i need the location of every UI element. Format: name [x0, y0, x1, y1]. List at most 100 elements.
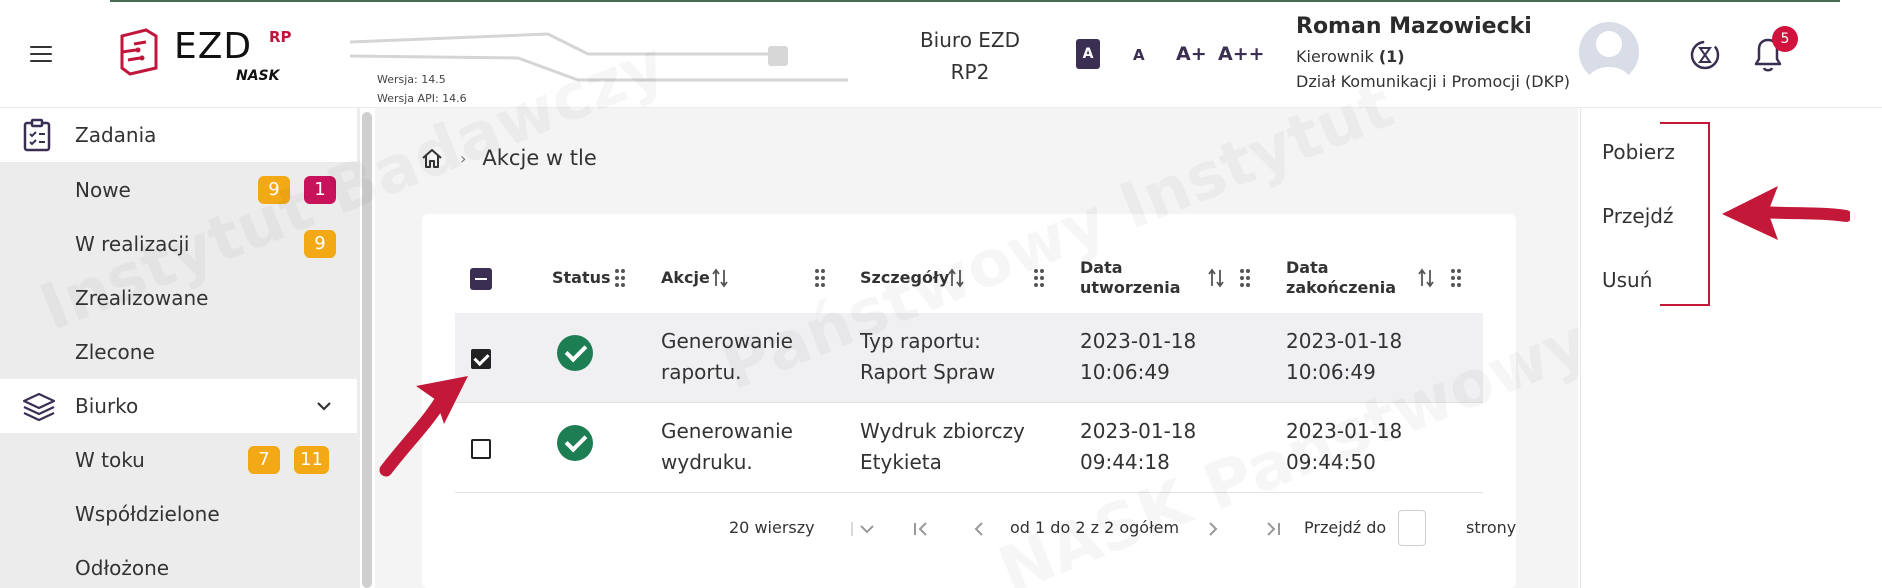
sidebar-item-label: W realizacji: [75, 232, 190, 256]
sidebar-item-nowe[interactable]: Nowe 9 1: [0, 163, 357, 217]
sidebar-item-label: Zlecone: [75, 340, 155, 364]
sidebar-item-label: Nowe: [75, 178, 131, 202]
menu-item-usun[interactable]: Usuń: [1602, 268, 1652, 292]
home-icon[interactable]: [420, 147, 444, 169]
cell-akcje: Generowanie wydruku.: [661, 416, 793, 478]
sidebar-item-w-toku[interactable]: W toku 7 11: [0, 433, 357, 487]
sidebar-item-zrealizowane[interactable]: Zrealizowane: [0, 271, 357, 325]
first-page-icon[interactable]: [912, 520, 930, 538]
column-header-line2: utworzenia: [1080, 278, 1181, 297]
page-range: od 1 do 2 z 2 ogółem: [1010, 518, 1180, 537]
menu-icon[interactable]: [30, 46, 52, 62]
sort-icon[interactable]: [948, 268, 964, 288]
user-info[interactable]: Roman Mazowiecki Kierownik (1) Dział Kom…: [1296, 14, 1570, 91]
cell-line: 10:06:49: [1286, 360, 1376, 384]
drag-handle-icon[interactable]: [814, 268, 826, 288]
row-checkbox[interactable]: [471, 349, 491, 369]
last-page-icon[interactable]: [1264, 520, 1282, 538]
success-status-icon: [557, 425, 593, 461]
cell-szczegoly: Wydruk zbiorczy Etykieta: [860, 416, 1025, 478]
column-header-line1: Data: [1080, 258, 1123, 277]
app-logo[interactable]: EZD RP NASK: [116, 22, 306, 86]
context-menu: [1580, 108, 1882, 588]
column-header-line2: zakończenia: [1286, 278, 1397, 297]
drag-handle-icon[interactable]: [1239, 268, 1251, 288]
cell-akcje: Generowanie raportu.: [661, 326, 793, 388]
header-top-line: [110, 0, 1840, 2]
sidebar-item-zadania[interactable]: Zadania: [0, 108, 357, 162]
font-size-small-button[interactable]: A: [1133, 46, 1145, 64]
user-name: Roman Mazowiecki: [1296, 14, 1532, 39]
cell-data-utworzenia: 2023-01-18 09:44:18: [1080, 416, 1196, 478]
cell-line: 10:06:49: [1080, 360, 1170, 384]
success-status-icon: [557, 335, 593, 371]
row-checkbox[interactable]: [471, 439, 491, 459]
column-header-akcje[interactable]: Akcje: [661, 268, 710, 288]
sort-icon[interactable]: [1208, 268, 1224, 288]
column-header-line1: Data: [1286, 258, 1329, 277]
cell-line: 2023-01-18: [1286, 329, 1403, 353]
sort-icon[interactable]: [1418, 268, 1434, 288]
breadcrumb: › Akcje w tle: [420, 146, 597, 170]
cell-line: 2023-01-18: [1080, 419, 1197, 443]
slider-handle[interactable]: [768, 46, 788, 66]
breadcrumb-current: Akcje w tle: [482, 146, 597, 170]
cell-line: Raport Spraw: [860, 360, 996, 384]
drag-handle-icon[interactable]: [1450, 268, 1462, 288]
logo-mark-icon: [120, 28, 158, 76]
sidebar-item-biurko[interactable]: Biurko: [0, 379, 357, 433]
cell-line: 2023-01-18: [1286, 419, 1403, 443]
annotation-bracket: [1660, 122, 1710, 306]
chevron-down-icon[interactable]: [316, 401, 332, 411]
count-badge: 1: [304, 176, 336, 204]
office-line1: Biuro EZD: [919, 28, 1021, 52]
rows-per-page: 20 wierszy: [729, 518, 815, 537]
column-header-data-zakonczenia[interactable]: Data zakończenia: [1286, 258, 1396, 298]
sidebar-item-odlozone[interactable]: Odłożone: [0, 541, 357, 588]
previous-page-icon[interactable]: [972, 520, 986, 538]
avatar-person-icon: [1587, 31, 1631, 82]
office-line2: RP2: [950, 60, 990, 84]
app-version: Wersja: 14.5: [377, 73, 446, 86]
drag-handle-icon[interactable]: [1033, 268, 1045, 288]
page: EZD RP NASK Wersja: 14.5 Wersja API: 14.…: [0, 0, 1882, 588]
notification-count-badge: 5: [1772, 26, 1798, 52]
office-selector[interactable]: Biuro EZD RP2: [900, 24, 1040, 88]
count-badge: 11: [294, 446, 329, 474]
clipboard-icon: [23, 118, 51, 152]
version-info: Wersja: 14.5 Wersja API: 14.6: [377, 70, 467, 108]
cell-data-zakonczenia: 2023-01-18 10:06:49: [1286, 326, 1402, 388]
sidebar-item-label: Odłożone: [75, 556, 170, 580]
sidebar-item-label: Współdzielone: [75, 502, 220, 526]
sidebar-item-zlecone[interactable]: Zlecone: [0, 325, 357, 379]
avatar[interactable]: [1579, 22, 1639, 82]
chevron-down-icon[interactable]: [850, 520, 880, 538]
drag-handle-icon[interactable]: [614, 268, 626, 288]
next-page-icon[interactable]: [1206, 520, 1220, 538]
user-department: Dział Komunikacji i Promocji (DKP): [1296, 72, 1570, 91]
column-header-szczegoly[interactable]: Szczegóły: [860, 268, 949, 288]
logo-name: EZD: [174, 26, 253, 67]
cell-line: Typ raportu:: [860, 329, 981, 353]
sidebar-scrollbar[interactable]: [362, 112, 372, 588]
sidebar-item-w-realizacji[interactable]: W realizacji 9: [0, 217, 357, 271]
cell-szczegoly: Typ raportu: Raport Spraw: [860, 326, 995, 388]
app-header: EZD RP NASK Wersja: 14.5 Wersja API: 14.…: [0, 0, 1882, 108]
column-header-data-utworzenia[interactable]: Data utworzenia: [1080, 258, 1181, 298]
sidebar-item-wspoldzielone[interactable]: Współdzielone: [0, 487, 357, 541]
cell-data-utworzenia: 2023-01-18 10:06:49: [1080, 326, 1196, 388]
goto-suffix: strony: [1466, 518, 1517, 537]
sort-icon[interactable]: [712, 268, 728, 288]
sidebar-item-label: W toku: [75, 448, 145, 472]
count-badge: 7: [248, 446, 280, 474]
select-all-checkbox[interactable]: [470, 268, 492, 290]
logo-sup: RP: [269, 28, 292, 46]
font-size-normal-button[interactable]: A: [1076, 39, 1100, 69]
font-size-large-button[interactable]: A+: [1176, 43, 1207, 65]
column-header-status[interactable]: Status: [552, 268, 611, 288]
goto-page-input[interactable]: [1398, 510, 1426, 546]
sync-icon[interactable]: [1688, 38, 1722, 72]
sidebar-item-label: Biurko: [75, 394, 139, 418]
font-size-xlarge-button[interactable]: A++: [1218, 43, 1265, 65]
cell-line: 09:44:18: [1080, 450, 1170, 474]
